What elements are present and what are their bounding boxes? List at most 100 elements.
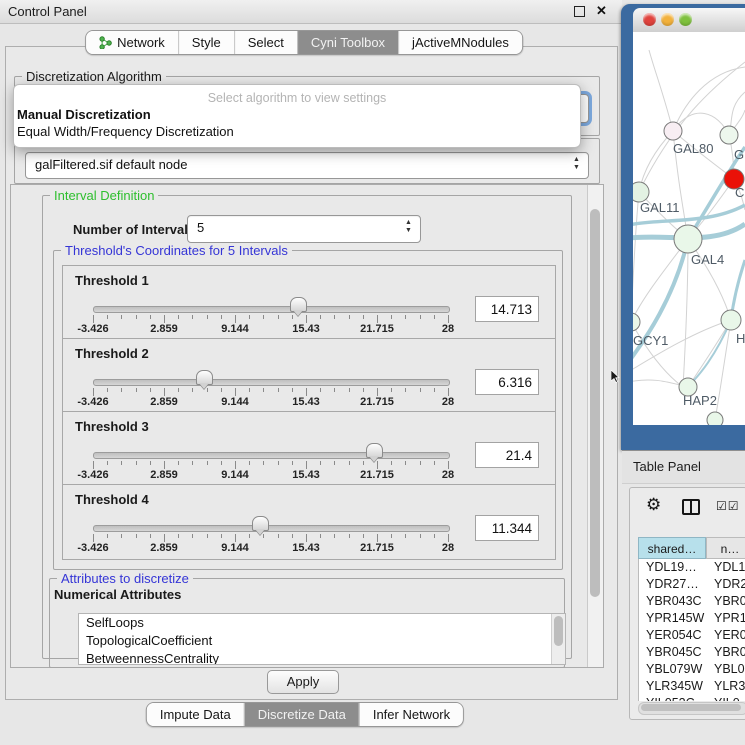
tick-mark: [377, 315, 378, 323]
cell-shared-name: YER054C: [646, 627, 702, 644]
apply-button[interactable]: Apply: [267, 670, 339, 694]
cell-shared-name: YLR345W: [646, 678, 703, 695]
slider-track[interactable]: [93, 525, 450, 532]
checkbox-icons[interactable]: ☑☑: [716, 499, 740, 513]
tick-label: 9.144: [221, 396, 249, 408]
tab-cyni-toolbox[interactable]: Cyni Toolbox: [297, 31, 398, 54]
close-traffic-light[interactable]: [643, 13, 656, 26]
tick-mark: [136, 534, 137, 538]
tab-infer-network[interactable]: Infer Network: [359, 703, 463, 726]
tick-mark: [278, 315, 279, 319]
tab-impute-data[interactable]: Impute Data: [147, 703, 244, 726]
tick-mark: [391, 315, 392, 319]
slider-thumb[interactable]: [290, 297, 307, 312]
threshold-label: Threshold 2: [75, 346, 149, 361]
table-row[interactable]: YBL079WYBL0…: [639, 661, 745, 678]
node-label: GAL4: [691, 252, 724, 267]
tick-mark: [334, 461, 335, 465]
tick-mark: [420, 461, 421, 465]
tick-mark: [278, 534, 279, 538]
tick-label: 28: [442, 469, 454, 481]
network-node[interactable]: [720, 126, 738, 144]
table-horizontal-scrollbar[interactable]: [638, 702, 745, 715]
tick-mark: [192, 388, 193, 392]
column-header-n[interactable]: n…: [706, 537, 745, 559]
attribute-list-item[interactable]: BetweennessCentrality: [79, 650, 565, 665]
gear-icon[interactable]: ⚙: [646, 495, 661, 515]
combo-stepper-icon: ▲▼: [404, 219, 413, 235]
algorithm-option[interactable]: Equal Width/Frequency Discretization: [17, 124, 234, 139]
list-scrollbar-thumb[interactable]: [554, 616, 563, 646]
threshold-value-field[interactable]: [475, 296, 539, 322]
settings-scrollbar-thumb[interactable]: [590, 209, 600, 597]
cell-shared-name: YPR145W: [646, 610, 704, 627]
network-node[interactable]: [707, 412, 723, 425]
table-row[interactable]: YPR145WYPR1…: [639, 610, 745, 627]
slider-track[interactable]: [93, 452, 450, 459]
network-node[interactable]: [674, 225, 702, 253]
tick-mark: [320, 534, 321, 538]
table-row[interactable]: YBR045CYBR0…: [639, 644, 745, 661]
table-hscrollbar-thumb[interactable]: [641, 704, 741, 711]
tick-label: 15.43: [292, 469, 320, 481]
threshold-value-field[interactable]: [475, 442, 539, 468]
table-row[interactable]: YDL19…YDL1…: [639, 559, 745, 576]
tab-style[interactable]: Style: [178, 31, 234, 54]
network-node[interactable]: [721, 310, 741, 330]
tick-mark: [221, 315, 222, 319]
float-window-icon[interactable]: [574, 6, 585, 17]
interval-definition-group: Interval Definition Number of Intervals …: [42, 195, 572, 659]
tick-mark: [391, 461, 392, 465]
cell-shared-name: YBL079W: [646, 661, 702, 678]
minimize-traffic-light[interactable]: [661, 13, 674, 26]
threshold-value-field[interactable]: [475, 515, 539, 541]
interval-definition-group-title: Interval Definition: [50, 188, 158, 203]
close-icon[interactable]: ✕: [596, 3, 607, 19]
slider-thumb[interactable]: [366, 443, 383, 458]
threshold-row: Threshold 4-3.4262.8599.14415.4321.71528: [62, 484, 556, 560]
zoom-traffic-light[interactable]: [679, 13, 692, 26]
table-row[interactable]: YDR27…YDR2…: [639, 576, 745, 593]
slider-thumb[interactable]: [196, 370, 213, 385]
settings-vertical-scrollbar[interactable]: [587, 185, 603, 667]
network-canvas[interactable]: GAL80GCGAL11GAL4GCY1HHAP2: [633, 32, 745, 425]
table-row[interactable]: YBR043CYBR0…: [639, 593, 745, 610]
tab-select[interactable]: Select: [234, 31, 297, 54]
network-node[interactable]: [633, 182, 649, 202]
table-row[interactable]: YLR345WYLR3…: [639, 678, 745, 695]
column-header-shared[interactable]: shared…: [638, 537, 706, 559]
table-data-combobox[interactable]: galFiltered.sif default node ▲▼: [25, 152, 589, 179]
slider-thumb[interactable]: [252, 516, 269, 531]
tick-mark: [150, 388, 151, 392]
list-scrollbar[interactable]: [551, 614, 565, 664]
network-node[interactable]: [664, 122, 682, 140]
tick-mark: [263, 315, 264, 319]
top-tab-bar: NetworkStyleSelectCyni ToolboxjActiveMNo…: [85, 30, 523, 55]
tick-mark: [448, 534, 449, 542]
tab-discretize-data[interactable]: Discretize Data: [244, 703, 359, 726]
tick-mark: [320, 461, 321, 465]
tick-mark: [405, 315, 406, 319]
table-row[interactable]: YER054CYER0…: [639, 627, 745, 644]
attribute-list-item[interactable]: SelfLoops: [79, 614, 565, 632]
cell-name: YDL1…: [714, 559, 745, 576]
tab-jactivemnodules[interactable]: jActiveMNodules: [398, 31, 522, 54]
threshold-value-field[interactable]: [475, 369, 539, 395]
attribute-list-item[interactable]: TopologicalCoefficient: [79, 632, 565, 650]
slider-track[interactable]: [93, 379, 450, 386]
threshold-label: Threshold 1: [75, 273, 149, 288]
split-columns-icon[interactable]: [682, 499, 700, 515]
algorithm-dropdown-popup: Select algorithm to view settings Manual…: [13, 84, 581, 148]
table-panel-titlebar: Table Panel: [622, 450, 745, 484]
tick-mark: [164, 315, 165, 323]
number-of-intervals-combobox[interactable]: 5 ▲▼: [187, 215, 421, 243]
network-node[interactable]: [633, 313, 640, 331]
numerical-attributes-label: Numerical Attributes: [54, 587, 181, 602]
algorithm-option[interactable]: Manual Discretization: [17, 107, 151, 122]
tick-mark: [434, 534, 435, 538]
tick-label: 15.43: [292, 396, 320, 408]
slider-track[interactable]: [93, 306, 450, 313]
tab-network[interactable]: Network: [86, 31, 178, 54]
tab-label: Infer Network: [373, 707, 450, 722]
table-row[interactable]: YIL052CYIL0…: [639, 695, 745, 701]
